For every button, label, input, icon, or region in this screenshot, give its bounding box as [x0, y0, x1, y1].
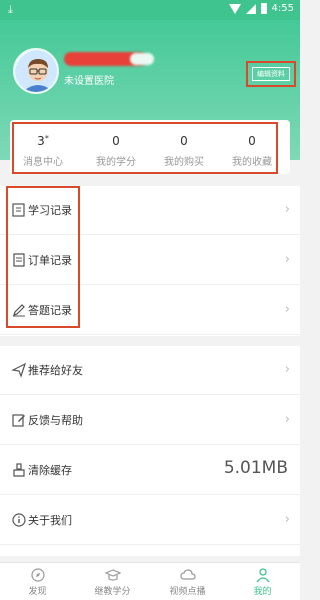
bottom-tab-bar: 发现 继教学分 视频点播 我的: [0, 562, 300, 600]
battery-icon: [260, 3, 267, 14]
avatar[interactable]: [13, 48, 59, 94]
user-icon: [255, 568, 270, 583]
menu-item-recommend[interactable]: 推荐给好友 ›: [0, 346, 300, 395]
records-highlight: [6, 186, 80, 328]
status-bar: ⤓ 4:55: [0, 0, 300, 20]
edit-profile-button[interactable]: 编辑资料: [252, 67, 290, 81]
tab-mine[interactable]: 我的: [225, 563, 300, 600]
menu-item-feedback[interactable]: 反馈与帮助 ›: [0, 396, 300, 445]
compass-icon: [30, 568, 45, 582]
chevron-right-icon: ›: [284, 202, 290, 217]
menu-item-clear-cache[interactable]: 清除缓存 5.01MB: [0, 446, 300, 495]
download-icon: ⤓: [8, 3, 13, 16]
broom-icon: [13, 463, 25, 477]
cloud-icon: [179, 569, 196, 580]
cache-size: 5.01MB: [223, 458, 288, 478]
settings-section: 推荐给好友 › 反馈与帮助 › 清除缓存 5.01MB 关于我们 ›: [0, 346, 300, 556]
signal-icon: [245, 3, 256, 14]
status-time: 4:55: [271, 3, 294, 14]
wifi-icon: [228, 3, 241, 14]
username-redacted: [64, 52, 154, 66]
edit-profile-highlight: 编辑资料: [246, 61, 296, 87]
chevron-right-icon: ›: [284, 512, 290, 527]
stats-highlight: [12, 122, 278, 174]
chevron-right-icon: ›: [284, 362, 290, 377]
tab-video[interactable]: 视频点播: [150, 563, 225, 600]
tab-discover[interactable]: 发现: [0, 563, 75, 600]
graduation-cap-icon: [104, 569, 121, 581]
edit-icon: [12, 414, 25, 427]
hospital-label: 未设置医院: [64, 76, 114, 87]
send-icon: [11, 362, 27, 378]
chevron-right-icon: ›: [284, 252, 290, 267]
menu-item-about[interactable]: 关于我们 ›: [0, 496, 300, 545]
tab-credits[interactable]: 继教学分: [75, 563, 150, 600]
chevron-right-icon: ›: [284, 302, 290, 317]
chevron-right-icon: ›: [284, 412, 290, 427]
info-icon: [12, 513, 26, 527]
